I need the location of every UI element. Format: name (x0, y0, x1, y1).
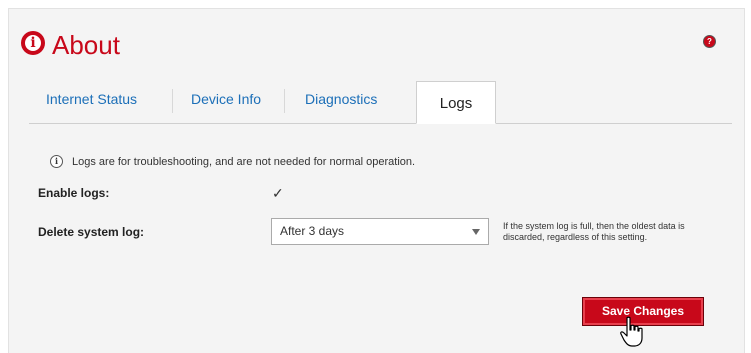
enable-logs-label: Enable logs: (38, 186, 110, 200)
about-panel: i About ? Internet Status Device Info Di… (8, 8, 745, 353)
tab-device-info[interactable]: Device Info (191, 81, 261, 117)
info-icon: i (50, 155, 63, 168)
info-message: i Logs are for troubleshooting, and are … (50, 155, 415, 168)
chevron-down-icon (472, 229, 480, 235)
enable-logs-checkbox[interactable]: ✓ (272, 186, 288, 200)
page-title: About (52, 30, 120, 60)
delete-log-select[interactable]: After 3 days (271, 218, 489, 245)
hand-cursor-icon (620, 316, 643, 347)
tab-divider (284, 89, 285, 113)
tab-internet-status[interactable]: Internet Status (46, 81, 137, 117)
delete-log-label: Delete system log: (38, 225, 145, 239)
tab-diagnostics[interactable]: Diagnostics (305, 81, 377, 117)
tab-bar: Internet Status Device Info Diagnostics … (29, 81, 732, 124)
delete-log-hint: If the system log is full, then the olde… (503, 221, 685, 242)
tab-divider (172, 89, 173, 113)
info-text: Logs are for troubleshooting, and are no… (72, 155, 416, 168)
help-icon[interactable]: ? (703, 35, 716, 48)
info-icon: i (21, 31, 45, 55)
delete-log-value: After 3 days (280, 224, 345, 238)
tab-logs[interactable]: Logs (416, 81, 496, 124)
